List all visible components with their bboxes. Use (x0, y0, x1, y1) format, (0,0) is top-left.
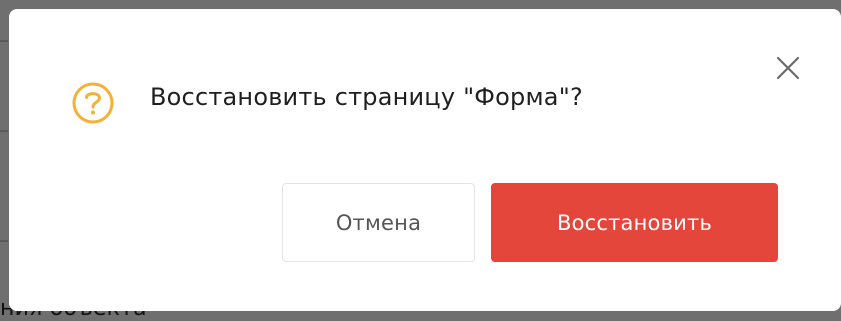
backdrop-divider (0, 240, 8, 242)
restore-button[interactable]: Восстановить (491, 183, 778, 262)
backdrop-divider (0, 40, 8, 42)
backdrop-divider (0, 130, 8, 132)
close-icon (776, 56, 800, 80)
restore-page-dialog: Восстановить страницу "Форма"? Отмена Во… (9, 9, 841, 311)
dialog-title: Восстановить страницу "Форма"? (150, 83, 583, 111)
close-button[interactable] (775, 55, 801, 81)
cancel-button[interactable]: Отмена (282, 183, 475, 262)
question-circle-icon (70, 80, 116, 126)
